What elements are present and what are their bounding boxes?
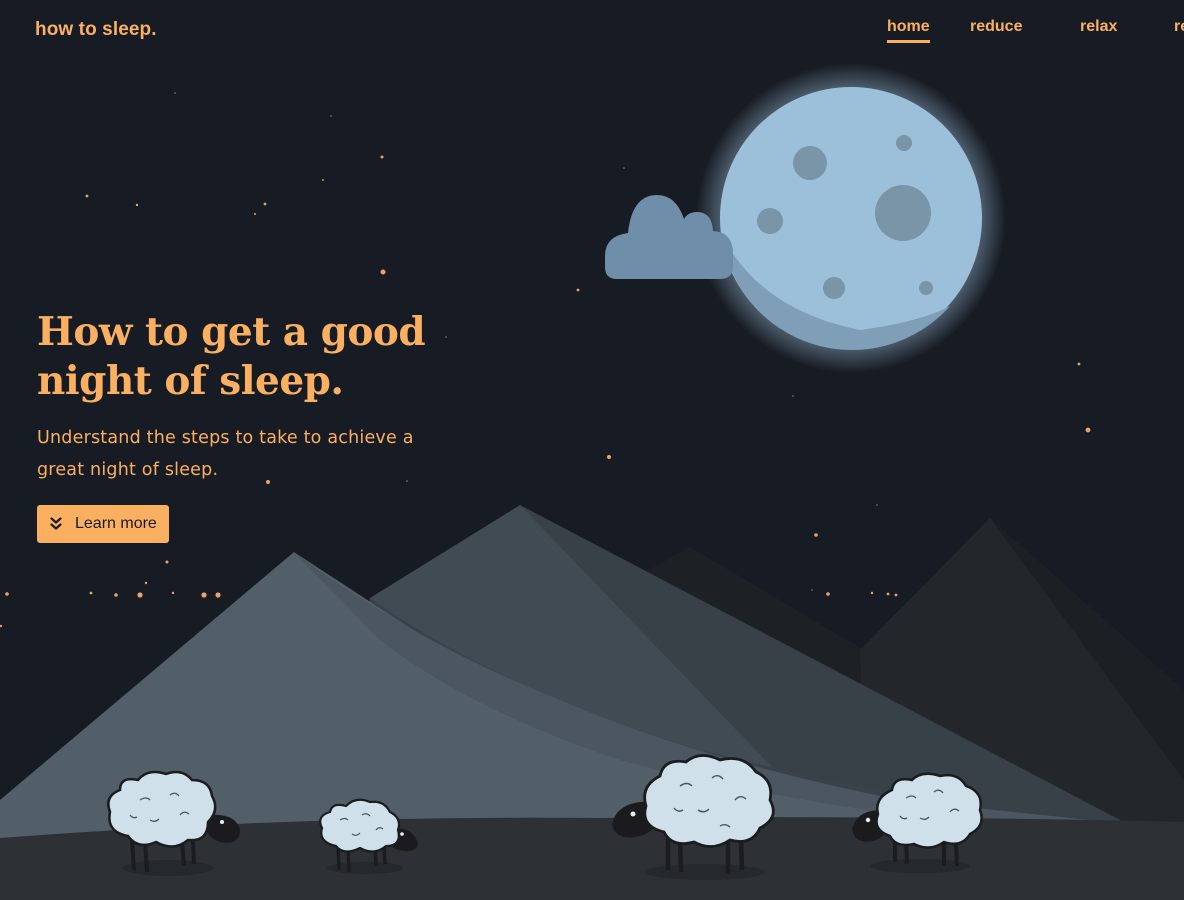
moon-illustration [696,63,1006,373]
nav-item-home[interactable]: home [887,18,930,43]
double-chevron-down-icon [49,516,63,532]
nav-item-reduce[interactable]: reduce [970,18,1022,40]
nav-item-relax[interactable]: relax [1080,18,1117,40]
page: how to sleep. home reduce relax rest How… [0,0,1184,900]
main-nav: home reduce relax rest [784,18,1184,48]
brand-logo-link[interactable]: how to sleep. [35,19,157,41]
hero-title: How to get a good night of sleep. [37,309,426,404]
hero-subtitle: Understand the steps to take to achieve … [37,428,414,480]
learn-more-button[interactable]: Learn more [37,505,169,543]
nav-item-rest[interactable]: rest [1174,18,1184,40]
learn-more-label: Learn more [75,515,157,532]
